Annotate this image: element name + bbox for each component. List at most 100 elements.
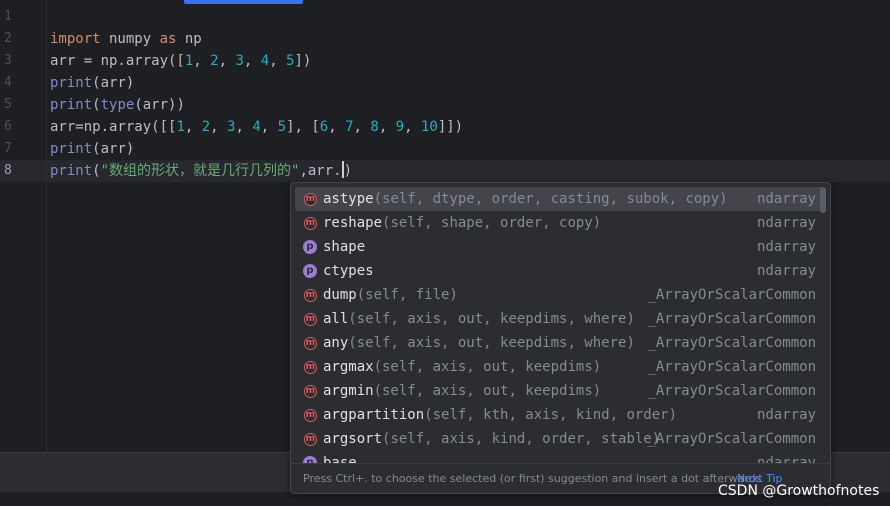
- completion-item[interactable]: m all(self, axis, out, keepdims, where) …: [295, 307, 824, 331]
- completion-item[interactable]: m argsort(self, axis, kind, order, stabl…: [295, 427, 824, 451]
- number-literal: 1: [176, 119, 185, 135]
- property-icon: p: [303, 456, 317, 463]
- code-text: ,: [404, 119, 421, 135]
- keyword: as: [159, 31, 177, 47]
- completion-item[interactable]: p ctypes ndarray: [295, 259, 824, 283]
- method-icon: m: [304, 216, 317, 230]
- completion-item-params: (self, axis, out, keepdims): [373, 359, 602, 375]
- method-icon: m: [304, 192, 317, 206]
- number-literal: 2: [201, 119, 211, 135]
- completion-item-type: ndarray: [756, 263, 816, 279]
- completion-item-name: base: [323, 455, 357, 463]
- completion-item-type: _ArrayOrScalarCommon: [647, 359, 816, 375]
- code-line-print[interactable]: print(arr): [50, 72, 134, 94]
- keyword: import: [50, 31, 101, 47]
- number-literal: 10: [420, 119, 438, 135]
- code-text: ,: [378, 119, 396, 135]
- completion-item-name: dump: [323, 287, 357, 303]
- completion-item-type: ndarray: [756, 455, 816, 463]
- completion-item[interactable]: m dump(self, file) _ArrayOrScalarCommon: [295, 283, 824, 307]
- completion-item[interactable]: m argpartition(self, kth, axis, kind, or…: [295, 403, 824, 427]
- method-icon: m: [304, 408, 317, 422]
- number-literal: 5: [277, 119, 287, 135]
- code-completion-popup[interactable]: m astype(self, dtype, order, casting, su…: [290, 182, 831, 494]
- code-text: ,: [210, 119, 228, 135]
- method-icon: m: [304, 288, 317, 302]
- method-icon: m: [304, 384, 317, 398]
- completion-tip-text: Press Ctrl+. to choose the selected (or …: [303, 472, 762, 485]
- code-text: ,: [260, 119, 278, 135]
- completion-item[interactable]: p base ndarray: [295, 451, 824, 463]
- completion-item[interactable]: m argmin(self, axis, out, keepdims) _Arr…: [295, 379, 824, 403]
- completion-item-params: (self, dtype, order, casting, subok, cop…: [373, 191, 728, 207]
- code-line-print-type[interactable]: print(type(arr)): [50, 94, 185, 116]
- number-literal: 8: [370, 119, 379, 135]
- completion-item-name: reshape: [323, 215, 383, 231]
- code-text: (arr)): [134, 97, 185, 113]
- completion-item-name: shape: [323, 239, 366, 255]
- code-text: arr = np.array([: [50, 53, 185, 69]
- code-text: (arr): [92, 75, 135, 91]
- completion-item-name: argmax: [323, 359, 374, 375]
- property-icon: p: [303, 264, 317, 278]
- completion-list[interactable]: m astype(self, dtype, order, casting, su…: [291, 187, 830, 463]
- completion-item-params: (self, shape, order, copy): [382, 215, 602, 231]
- property-icon: p: [303, 240, 317, 254]
- code-line-array[interactable]: arr = np.array([1, 2, 3, 4, 5]): [50, 50, 311, 72]
- code-line-print[interactable]: print(arr): [50, 138, 134, 160]
- code-text: ,: [243, 53, 261, 69]
- code-text: ], [: [286, 119, 320, 135]
- code-text: ]): [294, 53, 312, 69]
- code-line-current[interactable]: print("数组的形状，就是几行几列的",arr.): [50, 160, 352, 182]
- code-text: ,: [218, 53, 236, 69]
- code-text: numpy: [100, 31, 160, 47]
- line-number: 3: [4, 53, 12, 68]
- code-text: ): [343, 163, 353, 179]
- builtin-function: type: [100, 97, 135, 113]
- method-icon: m: [304, 360, 317, 374]
- completion-item[interactable]: m any(self, axis, out, keepdims, where) …: [295, 331, 824, 355]
- code-text: arr=np.array([[: [50, 119, 177, 135]
- completion-item-params: (self, axis, kind, order, stable): [382, 431, 661, 447]
- code-text: ,: [235, 119, 253, 135]
- completion-item-type: ndarray: [756, 239, 816, 255]
- line-number: 6: [4, 119, 12, 134]
- completion-item-name: all: [323, 311, 349, 327]
- code-text: (: [92, 97, 101, 113]
- builtin-function: print: [50, 75, 93, 91]
- completion-item-name: argsort: [323, 431, 383, 447]
- completion-item-name: ctypes: [323, 263, 374, 279]
- number-literal: 6: [319, 119, 329, 135]
- line-number-gutter: 1 2 3 4 5 6 7 8: [0, 0, 47, 452]
- builtin-function: print: [50, 141, 93, 157]
- completion-item-type: ndarray: [756, 215, 816, 231]
- number-literal: 7: [345, 119, 354, 135]
- completion-item-type: _ArrayOrScalarCommon: [647, 335, 816, 351]
- completion-item[interactable]: m argmax(self, axis, out, keepdims) _Arr…: [295, 355, 824, 379]
- code-line-2d-array[interactable]: arr=np.array([[1, 2, 3, 4, 5], [6, 7, 8,…: [50, 116, 463, 138]
- completion-item-name: any: [323, 335, 349, 351]
- line-number-current: 8: [4, 163, 12, 178]
- number-literal: 2: [210, 53, 219, 69]
- code-text: ,: [353, 119, 371, 135]
- code-text: ,: [269, 53, 287, 69]
- completion-item[interactable]: p shape ndarray: [295, 235, 824, 259]
- code-text: ,: [193, 53, 211, 69]
- code-text: ,: [328, 119, 346, 135]
- completion-item[interactable]: m reshape(self, shape, order, copy) ndar…: [295, 211, 824, 235]
- completion-item-type: _ArrayOrScalarCommon: [647, 311, 816, 327]
- line-number: 1: [4, 9, 12, 24]
- code-text: ]]): [437, 119, 464, 135]
- completion-item-type: _ArrayOrScalarCommon: [647, 287, 816, 303]
- completion-item[interactable]: m astype(self, dtype, order, casting, su…: [295, 187, 824, 211]
- number-literal: 3: [235, 53, 244, 69]
- builtin-function: print: [50, 97, 93, 113]
- method-icon: m: [304, 312, 317, 326]
- line-number: 5: [4, 97, 12, 112]
- completion-item-type: ndarray: [756, 191, 816, 207]
- watermark: CSDN @Growthofnotes: [718, 483, 880, 499]
- completion-scrollbar[interactable]: [820, 187, 826, 213]
- code-line-import[interactable]: import numpy as np: [50, 28, 202, 50]
- number-literal: 4: [252, 119, 261, 135]
- completion-item-params: (self, axis, out, keepdims, where): [348, 311, 635, 327]
